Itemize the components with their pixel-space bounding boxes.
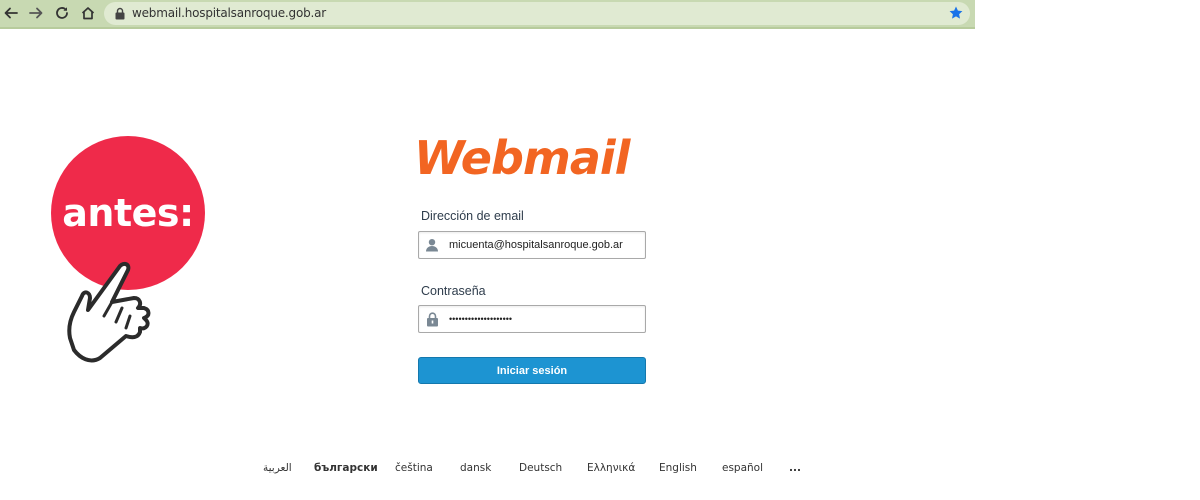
badge-text: antes: [62,191,194,235]
lang-bulgarian[interactable]: български [314,462,378,474]
home-button[interactable] [78,3,98,23]
email-label: Dirección de email [421,209,524,223]
lang-czech[interactable]: čeština [395,462,433,474]
back-button[interactable] [1,3,21,23]
back-arrow-icon [4,7,18,19]
reload-button[interactable] [52,3,72,23]
lang-german[interactable]: Deutsch [519,462,562,474]
forward-button[interactable] [26,3,46,23]
pointing-hand-icon [67,261,151,363]
language-selector: العربية български čeština dansk Deutsch … [0,462,1200,478]
more-languages[interactable]: ... [789,462,801,474]
star-icon[interactable] [948,5,964,21]
url-text: webmail.hospitalsanroque.gob.ar [132,6,327,20]
password-input[interactable] [449,306,639,332]
email-input[interactable] [449,232,639,258]
reload-icon [56,7,68,19]
padlock-icon [420,307,444,331]
lang-spanish[interactable]: español [722,462,763,474]
lang-english[interactable]: English [659,462,697,474]
password-label: Contraseña [421,284,486,298]
password-field[interactable] [418,305,646,333]
lang-danish[interactable]: dansk [460,462,491,474]
forward-arrow-icon [29,7,43,19]
webmail-logo: Webmail [414,131,633,182]
login-button[interactable]: Iniciar sesión [418,357,646,384]
address-bar[interactable]: webmail.hospitalsanroque.gob.ar [104,2,970,25]
browser-toolbar: webmail.hospitalsanroque.gob.ar [0,0,975,29]
lang-arabic[interactable]: العربية [263,462,292,474]
user-icon [420,233,444,257]
home-icon [81,7,95,20]
svg-text:Webmail: Webmail [414,131,632,182]
email-field[interactable] [418,231,646,259]
lock-icon [115,7,125,20]
lang-greek[interactable]: Ελληνικά [587,462,635,474]
